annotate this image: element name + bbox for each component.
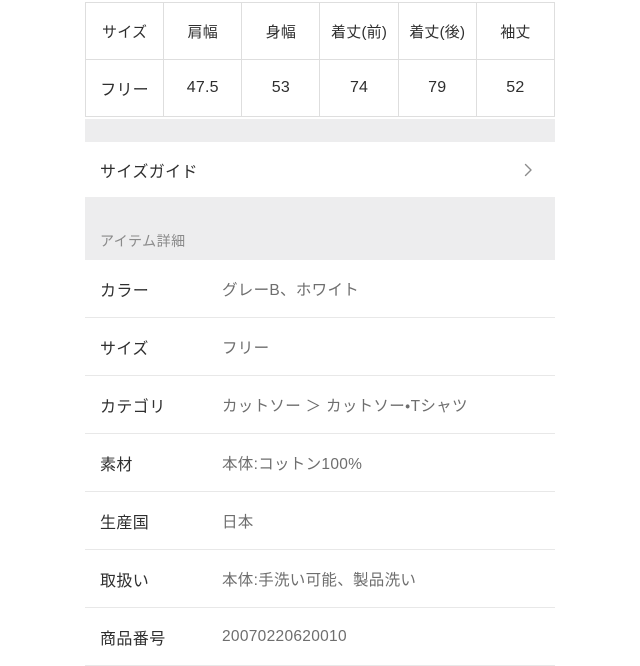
- table-row: フリー 47.5 53 74 79 52: [84, 59, 556, 117]
- detail-row-product-number: 商品番号 20070220620010: [85, 608, 555, 666]
- cell-length-front: 74: [319, 59, 399, 117]
- cell-size: フリー: [84, 59, 165, 117]
- content-column: サイズ 肩幅 身幅 着丈(前) 着丈(後) 袖丈 フリー 47.5 53 74: [84, 0, 556, 666]
- size-guide-link[interactable]: サイズガイド: [85, 142, 555, 197]
- section-spacer-band: [85, 119, 555, 142]
- item-detail-section-header: アイテム詳細: [85, 197, 555, 260]
- detail-row-color: カラー グレーB、ホワイト: [85, 260, 555, 318]
- column-header-length-front: 着丈(前): [319, 2, 399, 60]
- table-header-row: サイズ 肩幅 身幅 着丈(前) 着丈(後) 袖丈: [84, 2, 556, 60]
- cell-bust: 53: [241, 59, 321, 117]
- detail-label-category: カテゴリ: [100, 398, 166, 416]
- detail-label-country: 生産国: [100, 514, 150, 532]
- cell-length-back: 79: [397, 59, 477, 117]
- detail-label-color: カラー: [100, 282, 150, 300]
- column-header-size: サイズ: [84, 2, 165, 60]
- detail-row-category: カテゴリ カットソー ＞ カットソー・Tシャツ: [85, 376, 555, 434]
- column-header-sleeve: 袖丈: [475, 2, 556, 60]
- detail-value-color: グレーB、ホワイト: [222, 281, 360, 299]
- item-detail-title: アイテム詳細: [100, 233, 186, 249]
- size-measurement-table: サイズ 肩幅 身幅 着丈(前) 着丈(後) 袖丈 フリー 47.5 53 74: [84, 2, 556, 117]
- detail-value-care: 本体:手洗い可能、製品洗い: [222, 571, 417, 589]
- size-table-body: フリー 47.5 53 74 79 52: [84, 59, 556, 117]
- detail-row-material: 素材 本体:コットン100%: [85, 434, 555, 492]
- detail-value-material: 本体:コットン100%: [222, 455, 363, 473]
- detail-value-size: フリー: [222, 339, 270, 357]
- size-table-header: サイズ 肩幅 身幅 着丈(前) 着丈(後) 袖丈: [84, 2, 556, 60]
- item-detail-list: カラー グレーB、ホワイト サイズ フリー カテゴリ カットソー ＞ カットソー…: [85, 260, 555, 666]
- detail-row-size: サイズ フリー: [85, 318, 555, 376]
- detail-label-care: 取扱い: [100, 572, 150, 590]
- detail-value-product-number: 20070220620010: [222, 627, 347, 645]
- detail-label-material: 素材: [100, 456, 133, 474]
- size-table-container: サイズ 肩幅 身幅 着丈(前) 着丈(後) 袖丈 フリー 47.5 53 74: [84, 0, 556, 117]
- product-detail-page: サイズ 肩幅 身幅 着丈(前) 着丈(後) 袖丈 フリー 47.5 53 74: [0, 0, 640, 666]
- size-guide-label: サイズガイド: [100, 163, 198, 181]
- detail-value-country: 日本: [222, 513, 254, 531]
- detail-row-country: 生産国 日本: [85, 492, 555, 550]
- detail-label-product-number: 商品番号: [100, 630, 166, 648]
- column-header-length-back: 着丈(後): [397, 2, 477, 60]
- detail-row-care: 取扱い 本体:手洗い可能、製品洗い: [85, 550, 555, 608]
- detail-value-category: カットソー ＞ カットソー・Tシャツ: [222, 397, 468, 415]
- chevron-right-icon: [521, 163, 535, 177]
- column-header-bust: 身幅: [241, 2, 321, 60]
- column-header-shoulder: 肩幅: [163, 2, 243, 60]
- detail-label-size: サイズ: [100, 340, 149, 358]
- cell-sleeve: 52: [475, 59, 556, 117]
- cell-shoulder: 47.5: [163, 59, 243, 117]
